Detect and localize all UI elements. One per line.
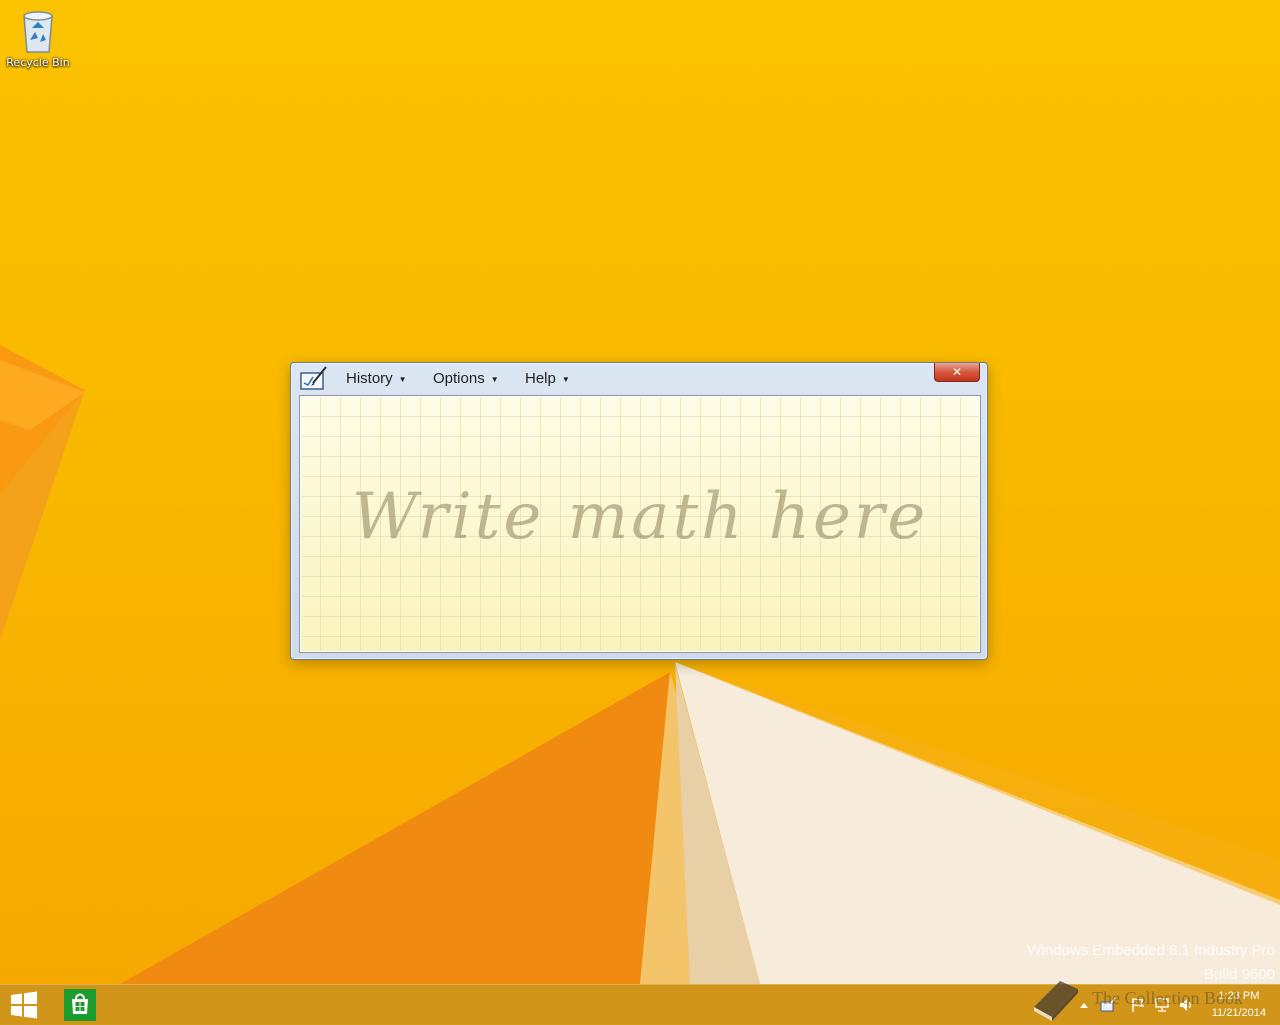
windows-start-icon[interactable] <box>8 991 40 1019</box>
os-edition-watermark: Windows Embedded 8.1 Industry Pro <box>1027 942 1275 959</box>
recycle-bin-label: Recycle Bin <box>6 56 70 69</box>
store-icon[interactable] <box>62 987 98 1023</box>
collection-overlay-text: The Collection Book <box>1092 988 1243 1008</box>
chevron-down-icon: ▼ <box>398 375 407 384</box>
menu-help-label: Help <box>525 370 556 387</box>
os-build-watermark: Build 9600 <box>1204 966 1275 983</box>
chevron-down-icon: ▼ <box>490 375 499 384</box>
recycle-bin-shortcut[interactable]: Recycle Bin <box>4 6 72 69</box>
taskbar: 1:23 PM 11/21/2014 <box>0 984 1280 1025</box>
menu-help[interactable]: Help ▼ <box>525 370 570 387</box>
math-input-panel-window[interactable]: History ▼ Options ▼ Help ▼ ✕ Write math … <box>290 362 988 660</box>
menu-history[interactable]: History ▼ <box>346 370 407 387</box>
menu-options[interactable]: Options ▼ <box>433 370 499 387</box>
close-icon: ✕ <box>951 365 963 379</box>
title-bar[interactable]: History ▼ Options ▼ Help ▼ ✕ <box>291 363 987 393</box>
close-button[interactable]: ✕ <box>934 363 980 382</box>
writing-area-placeholder: Write math here <box>351 480 929 554</box>
math-input-panel-icon <box>300 366 327 390</box>
book-icon <box>1034 981 1078 1021</box>
menu-options-label: Options <box>433 370 485 387</box>
chevron-down-icon: ▼ <box>561 375 570 384</box>
recycle-bin-icon <box>23 11 53 53</box>
writing-area[interactable]: Write math here <box>299 395 981 653</box>
menu-history-label: History <box>346 370 393 387</box>
